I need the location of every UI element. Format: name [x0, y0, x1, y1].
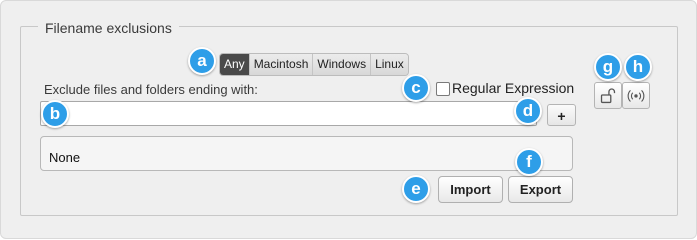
exclusion-list[interactable]: None [40, 136, 573, 171]
callout-d-badge: d [514, 97, 542, 125]
broadcast-icon [627, 90, 645, 102]
platform-selector: Any Macintosh Windows Linux [219, 53, 409, 76]
list-item[interactable]: None [49, 150, 80, 165]
exclusion-pattern-input[interactable] [40, 101, 537, 126]
callout-a-badge: a [188, 47, 216, 75]
export-button[interactable]: Export [508, 176, 573, 203]
group-title: Filename exclusions [38, 20, 179, 36]
regex-checkbox-label[interactable]: Regular Expression [452, 80, 574, 96]
exclude-label: Exclude files and folders ending with: [44, 82, 258, 97]
callout-g-badge: g [594, 53, 622, 81]
callout-f-badge: f [515, 148, 543, 176]
broadcast-button[interactable] [622, 82, 650, 109]
callout-b-badge: b [41, 100, 69, 128]
platform-option-macintosh[interactable]: Macintosh [249, 54, 314, 75]
platform-option-windows[interactable]: Windows [313, 54, 372, 75]
lock-button[interactable] [594, 82, 622, 109]
import-button[interactable]: Import [438, 176, 503, 203]
regex-checkbox[interactable] [436, 82, 450, 96]
unlock-icon [600, 88, 616, 104]
add-exclusion-button[interactable]: + [547, 104, 576, 126]
callout-e-badge: e [402, 175, 430, 203]
callout-c-badge: c [402, 74, 430, 102]
platform-option-any[interactable]: Any [220, 54, 250, 75]
callout-h-badge: h [624, 53, 652, 81]
platform-option-linux[interactable]: Linux [371, 54, 408, 75]
